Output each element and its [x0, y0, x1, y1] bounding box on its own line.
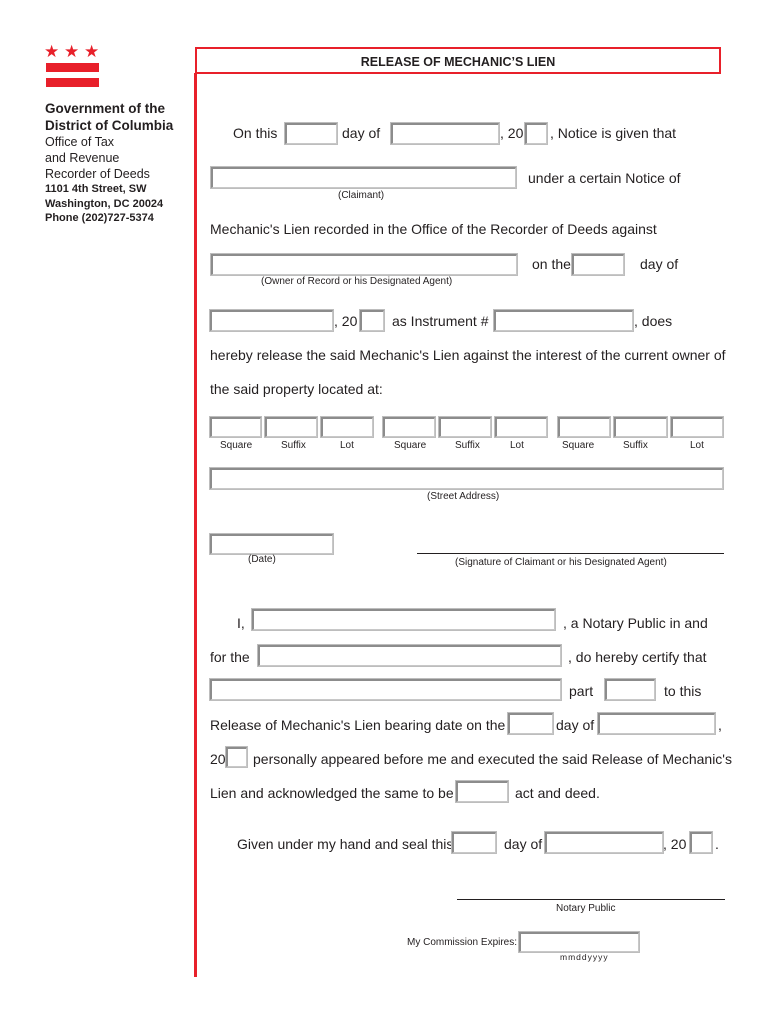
on-this-label: On this [233, 125, 278, 141]
period-label: . [715, 836, 719, 852]
lot-caption: Lot [690, 440, 704, 451]
release-year-field[interactable] [225, 746, 248, 768]
street-address-caption: (Street Address) [427, 491, 500, 502]
org-line1: Government of the [45, 101, 166, 116]
under-notice-label: under a certain Notice of [528, 170, 681, 186]
red-margin-line [194, 73, 197, 977]
notary-name-field[interactable] [251, 608, 556, 631]
comma-20-label: , 20 [500, 125, 524, 141]
twenty-label: 20 [210, 751, 226, 767]
property-located-text: the said property located at: [210, 381, 383, 397]
street-address-field[interactable] [209, 467, 724, 490]
release-month-field[interactable] [597, 712, 716, 735]
lot-field-3[interactable] [670, 416, 724, 438]
release-day-field[interactable] [507, 712, 554, 735]
hereby-release-text: hereby release the said Mechanic's Lien … [210, 347, 726, 363]
act-of-field[interactable] [455, 780, 509, 803]
to-this-label: to this [664, 683, 702, 699]
office-line1: Office of Tax [45, 135, 115, 149]
jurisdiction-field[interactable] [257, 644, 562, 667]
part-label: part [569, 683, 594, 699]
commission-label: My Commission Expires: [407, 937, 518, 948]
signature-caption: (Signature of Claimant or his Designated… [455, 557, 667, 568]
phone: Phone (202)727-5374 [45, 212, 154, 224]
notary-signature-line[interactable] [457, 899, 725, 900]
suffix-field-1[interactable] [264, 416, 318, 438]
lien-year-field[interactable] [359, 309, 385, 332]
party-name-field[interactable] [209, 678, 562, 701]
notice-given-label: , Notice is given that [550, 125, 677, 141]
date-caption: (Date) [248, 554, 276, 565]
org-line2: District of Columbia [45, 118, 174, 133]
seal-day-field[interactable] [451, 831, 497, 854]
lot-field-1[interactable] [320, 416, 374, 438]
notary-public-in-and-label: , a Notary Public in and [563, 615, 708, 631]
commission-format-hint: mmddyyyy [560, 952, 609, 962]
personally-appeared-text: personally appeared before me and execut… [253, 751, 732, 767]
form-title: RELEASE OF MECHANIC’S LIEN [360, 55, 556, 69]
claimant-signature-line[interactable] [417, 553, 724, 554]
star-icon: ★ [84, 42, 100, 61]
instrument-number-field[interactable] [493, 309, 634, 332]
given-under-text: Given under my hand and seal this [237, 836, 454, 852]
day-of-label-2: day of [640, 256, 679, 272]
as-instrument-label: as Instrument # [392, 313, 489, 329]
lot-caption: Lot [510, 440, 524, 451]
comma-label: , [718, 717, 722, 733]
letterhead: Government of the District of Columbia O… [45, 100, 173, 226]
square-caption: Square [562, 440, 595, 451]
date-field[interactable] [209, 533, 334, 555]
star-icon: ★ [44, 42, 60, 61]
comma-20-label-2: , 20 [334, 313, 358, 329]
office-line2: and Revenue [45, 151, 120, 165]
form-title-box: RELEASE OF MECHANIC’S LIEN [195, 47, 721, 74]
part-field[interactable] [604, 678, 656, 701]
notary-public-caption: Notary Public [556, 903, 616, 914]
lien-month-field[interactable] [209, 309, 334, 332]
notice-year-field[interactable] [524, 122, 548, 145]
claimant-caption: (Claimant) [338, 190, 385, 201]
address-line1: 1101 4th Street, SW [45, 183, 147, 195]
day-of-label-4: day of [504, 836, 543, 852]
square-caption: Square [394, 440, 427, 451]
suffix-field-3[interactable] [613, 416, 668, 438]
lot-caption: Lot [340, 440, 354, 451]
i-label: I, [237, 615, 245, 631]
address-line2: Washington, DC 20024 [45, 197, 164, 210]
square-caption: Square [220, 440, 253, 451]
star-icon: ★ [64, 42, 80, 61]
square-field-3[interactable] [557, 416, 611, 438]
suffix-caption: Suffix [623, 440, 648, 451]
seal-year-field[interactable] [689, 831, 713, 854]
does-label: , does [634, 313, 673, 329]
for-the-label: for the [210, 649, 250, 665]
act-deed-label: act and deed. [515, 785, 600, 801]
suffix-caption: Suffix [281, 440, 306, 451]
day-of-label: day of [342, 125, 381, 141]
on-the-label: on the [532, 256, 571, 272]
seal-month-field[interactable] [544, 831, 664, 854]
suffix-caption: Suffix [455, 440, 480, 451]
commission-expires-field[interactable] [518, 931, 640, 953]
lien-recorded-text: Mechanic's Lien recorded in the Office o… [210, 221, 657, 237]
owner-field[interactable] [210, 253, 518, 276]
comma-20-label-3: , 20 [663, 836, 687, 852]
release-bearing-text: Release of Mechanic's Lien bearing date … [210, 717, 506, 733]
office-line3: Recorder of Deeds [45, 167, 150, 181]
claimant-field[interactable] [210, 166, 517, 189]
square-field-1[interactable] [209, 416, 262, 438]
lien-day-field[interactable] [571, 253, 625, 276]
lot-field-2[interactable] [494, 416, 548, 438]
flag-stripe [46, 63, 99, 72]
flag-stripe [46, 78, 99, 87]
suffix-field-2[interactable] [438, 416, 492, 438]
square-field-2[interactable] [382, 416, 436, 438]
owner-caption: (Owner of Record or his Designated Agent… [261, 276, 453, 287]
notice-month-field[interactable] [390, 122, 500, 145]
certify-label: , do hereby certify that [568, 649, 707, 665]
day-of-label-3: day of [556, 717, 595, 733]
lien-acknowledged-text: Lien and acknowledged the same to be [210, 785, 454, 801]
notice-day-field[interactable] [284, 122, 338, 145]
